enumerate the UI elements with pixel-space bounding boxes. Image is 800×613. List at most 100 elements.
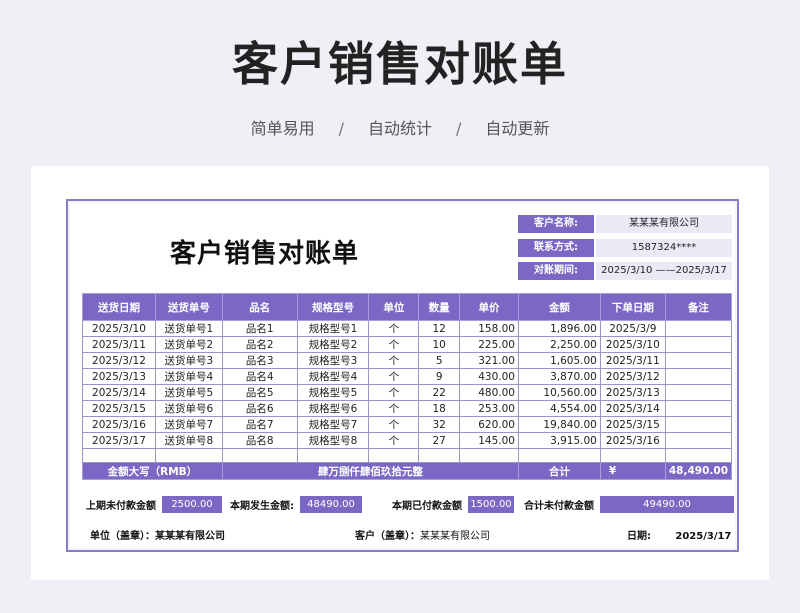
prev-unpaid-value[interactable]: 2500.00 [162, 496, 222, 513]
table-cell[interactable]: 3,870.00 [517, 368, 601, 385]
table-cell[interactable]: 2025/3/13 [599, 384, 666, 401]
table-cell[interactable]: 27 [418, 432, 461, 449]
table-cell[interactable]: 送货单号1 [154, 320, 223, 337]
table-cell[interactable]: 个 [368, 384, 420, 401]
table-cell[interactable]: 225.00 [459, 336, 519, 353]
info-value[interactable]: 2025/3/10 ——2025/3/17 [596, 262, 732, 280]
table-cell[interactable] [664, 368, 733, 385]
table-cell[interactable]: 品名7 [221, 416, 298, 433]
table-cell[interactable] [664, 432, 733, 449]
table-cell[interactable] [221, 448, 298, 463]
table-cell[interactable] [664, 352, 733, 369]
table-cell[interactable] [664, 400, 733, 417]
table-cell[interactable] [368, 448, 420, 463]
table-cell[interactable]: 品名3 [221, 352, 298, 369]
table-cell[interactable]: 送货单号8 [154, 432, 223, 449]
table-cell[interactable] [664, 416, 733, 433]
table-cell[interactable]: 10,560.00 [517, 384, 601, 401]
table-cell[interactable]: 个 [368, 400, 420, 417]
info-value[interactable]: 1587324**** [596, 239, 732, 257]
table-cell[interactable]: 规格型号8 [296, 432, 370, 449]
table-cell[interactable]: 321.00 [459, 352, 519, 369]
table-cell[interactable]: 品名6 [221, 400, 298, 417]
table-cell[interactable]: 1,605.00 [517, 352, 601, 369]
table-cell[interactable]: 22 [418, 384, 461, 401]
table-cell[interactable]: 253.00 [459, 400, 519, 417]
table-cell[interactable]: 规格型号2 [296, 336, 370, 353]
table-cell[interactable]: 430.00 [459, 368, 519, 385]
table-cell[interactable]: 送货单号5 [154, 384, 223, 401]
table-cell[interactable]: 2025/3/9 [599, 320, 666, 337]
table-cell[interactable]: 2025/3/15 [599, 416, 666, 433]
table-cell[interactable]: 规格型号3 [296, 352, 370, 369]
table-cell[interactable]: 品名1 [221, 320, 298, 337]
table-cell[interactable]: 18 [418, 400, 461, 417]
table-cell[interactable]: 2025/3/12 [82, 352, 156, 369]
table-cell[interactable]: 送货单号7 [154, 416, 223, 433]
table-cell[interactable]: 规格型号5 [296, 384, 370, 401]
table-cell[interactable]: 送货单号2 [154, 336, 223, 353]
table-cell[interactable]: 620.00 [459, 416, 519, 433]
total-unpaid-value[interactable]: 49490.00 [600, 496, 734, 513]
table-cell[interactable]: 规格型号7 [296, 416, 370, 433]
table-cell[interactable] [664, 320, 733, 337]
table-cell[interactable]: 个 [368, 352, 420, 369]
table-cell[interactable]: 送货单号4 [154, 368, 223, 385]
table-cell[interactable] [599, 448, 666, 463]
table-cell[interactable]: 2025/3/17 [82, 432, 156, 449]
period-amount-value[interactable]: 48490.00 [300, 496, 362, 513]
table-cell[interactable]: 480.00 [459, 384, 519, 401]
table-cell[interactable]: 规格型号4 [296, 368, 370, 385]
table-cell[interactable]: 2025/3/11 [82, 336, 156, 353]
table-cell[interactable]: 个 [368, 432, 420, 449]
table-cell[interactable]: 145.00 [459, 432, 519, 449]
table-cell[interactable]: 送货单号6 [154, 400, 223, 417]
table-cell[interactable] [296, 448, 370, 463]
table-cell[interactable]: 1,896.00 [517, 320, 601, 337]
table-cell[interactable]: 2025/3/14 [82, 384, 156, 401]
table-cell[interactable] [664, 384, 733, 401]
table-cell[interactable]: 12 [418, 320, 461, 337]
table-cell[interactable]: 个 [368, 368, 420, 385]
table-cell[interactable]: 品名2 [221, 336, 298, 353]
table-cell[interactable]: 个 [368, 416, 420, 433]
table-cell[interactable] [154, 448, 223, 463]
table-cell[interactable] [517, 448, 601, 463]
table-cell[interactable]: 19,840.00 [517, 416, 601, 433]
table-cell[interactable] [82, 448, 156, 463]
table-cell[interactable]: 2025/3/16 [599, 432, 666, 449]
info-label: 客户名称: [518, 215, 594, 233]
table-cell[interactable]: 4,554.00 [517, 400, 601, 417]
info-value[interactable]: 某某某有限公司 [596, 215, 732, 233]
table-cell[interactable]: 2025/3/12 [599, 368, 666, 385]
table-cell[interactable]: 2,250.00 [517, 336, 601, 353]
table-cell[interactable]: 规格型号1 [296, 320, 370, 337]
table-cell[interactable]: 32 [418, 416, 461, 433]
table-cell[interactable]: 2025/3/13 [82, 368, 156, 385]
table-cell[interactable]: 5 [418, 352, 461, 369]
table-cell[interactable]: 规格型号6 [296, 400, 370, 417]
table-cell[interactable]: 品名4 [221, 368, 298, 385]
table-cell[interactable]: 2025/3/16 [82, 416, 156, 433]
amount-upper-value[interactable]: 肆万捌仟肆佰玖拾元整 [221, 462, 519, 480]
table-cell[interactable]: 个 [368, 320, 420, 337]
table-cell[interactable] [418, 448, 461, 463]
table-cell[interactable]: 9 [418, 368, 461, 385]
table-cell[interactable]: 10 [418, 336, 461, 353]
table-cell[interactable]: 2025/3/11 [599, 352, 666, 369]
table-cell[interactable]: 3,915.00 [517, 432, 601, 449]
table-cell[interactable] [664, 448, 733, 463]
table-cell[interactable] [459, 448, 519, 463]
table-cell[interactable]: 个 [368, 336, 420, 353]
table-cell[interactable]: 送货单号3 [154, 352, 223, 369]
table-cell[interactable] [664, 336, 733, 353]
table-cell[interactable]: 2025/3/15 [82, 400, 156, 417]
table-cell[interactable]: 品名8 [221, 432, 298, 449]
total-value[interactable]: 48,490.00 [664, 462, 733, 480]
period-paid-value[interactable]: 1500.00 [468, 496, 514, 513]
table-cell[interactable]: 2025/3/10 [82, 320, 156, 337]
table-cell[interactable]: 158.00 [459, 320, 519, 337]
table-cell[interactable]: 品名5 [221, 384, 298, 401]
table-cell[interactable]: 2025/3/10 [599, 336, 666, 353]
table-cell[interactable]: 2025/3/14 [599, 400, 666, 417]
